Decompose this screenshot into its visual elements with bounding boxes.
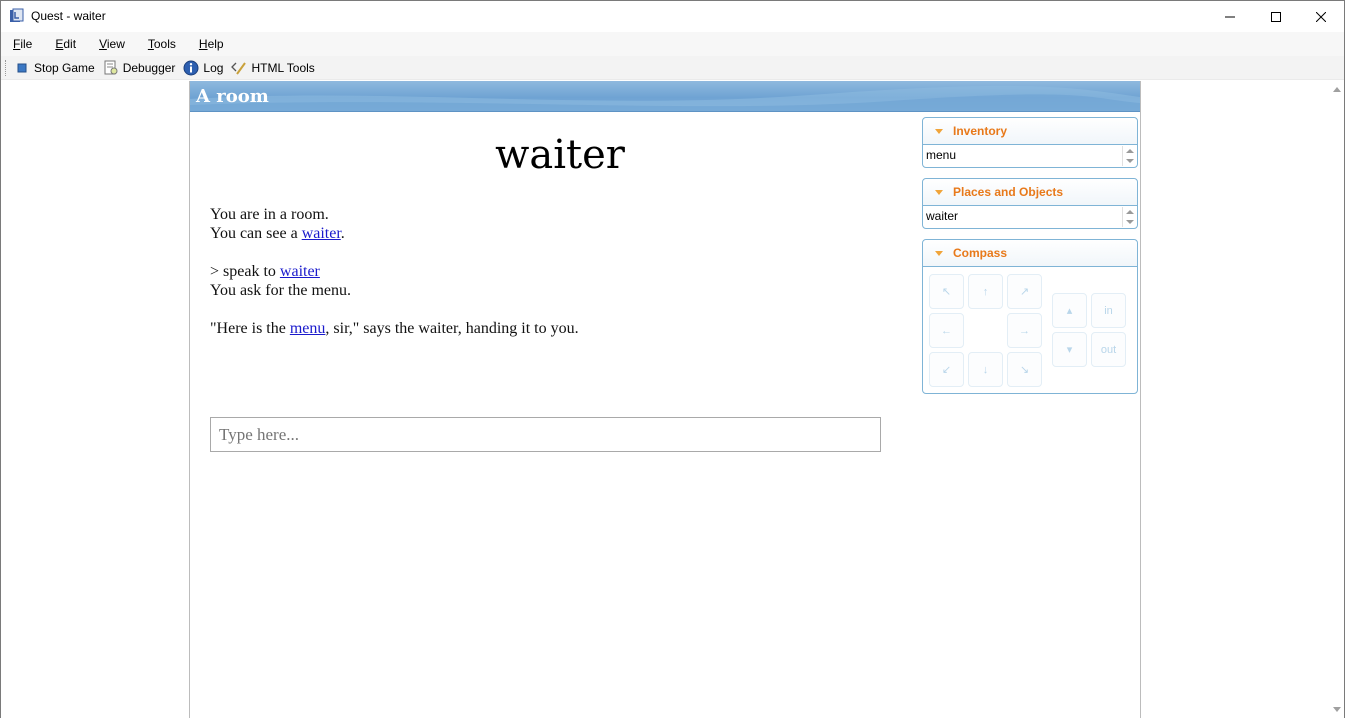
scroll-down-icon — [1126, 220, 1134, 224]
menu-edit[interactable]: Edit — [52, 35, 79, 53]
output-line: You are in a room. — [210, 206, 329, 223]
arrow-northeast-icon: ↗ — [1019, 286, 1030, 298]
collapse-caret-icon — [935, 250, 943, 256]
html-tools-icon — [231, 60, 247, 76]
output-line: "Here is the menu, sir," says the waiter… — [210, 320, 579, 337]
list-scroll-spinner[interactable] — [1122, 146, 1136, 166]
menu-file[interactable]: File — [10, 35, 35, 53]
minimize-button[interactable] — [1207, 1, 1253, 32]
compass-southwest-button[interactable]: ↙ — [929, 352, 964, 387]
compass-down-button[interactable]: ▾ — [1052, 332, 1087, 367]
minimize-icon — [1225, 16, 1235, 17]
compass-northwest-button[interactable]: ↖ — [929, 274, 964, 309]
inventory-list[interactable]: menu — [923, 145, 1137, 167]
list-item[interactable]: menu — [926, 148, 956, 162]
compass-northeast-button[interactable]: ↗ — [1007, 274, 1042, 309]
command-input[interactable] — [210, 417, 881, 452]
log-button[interactable]: Log — [183, 60, 223, 76]
location-bar: A room — [190, 81, 1140, 112]
command-echo: > speak to waiter — [210, 263, 320, 280]
places-list[interactable]: waiter — [923, 206, 1137, 228]
compass-south-button[interactable]: ↓ — [968, 352, 1003, 387]
compass-west-button[interactable]: ← — [929, 313, 964, 348]
html-tools-button[interactable]: HTML Tools — [231, 60, 315, 76]
compass-up-button[interactable]: ▴ — [1052, 293, 1087, 328]
scroll-up-icon — [1126, 149, 1134, 153]
debugger-icon — [103, 60, 119, 76]
places-objects-pane: Places and Objects waiter — [922, 178, 1138, 229]
compass-east-button[interactable]: → — [1007, 313, 1042, 348]
compass-southeast-button[interactable]: ↘ — [1007, 352, 1042, 387]
stop-game-button[interactable]: Stop Game — [14, 60, 95, 76]
stop-icon — [14, 60, 30, 76]
list-scroll-spinner[interactable] — [1122, 207, 1136, 227]
scroll-up-arrow-icon[interactable] — [1333, 87, 1341, 92]
arrow-south-icon: ↓ — [982, 363, 989, 376]
waiter-link[interactable]: waiter — [302, 225, 341, 242]
close-button[interactable] — [1298, 1, 1344, 32]
waiter-link[interactable]: waiter — [280, 263, 320, 280]
collapse-caret-icon — [935, 189, 943, 195]
scroll-up-icon — [1126, 210, 1134, 214]
arrow-west-icon: ← — [941, 324, 952, 337]
toolbar-grip[interactable] — [5, 59, 8, 76]
inventory-pane: Inventory menu — [922, 117, 1138, 168]
output-line: You ask for the menu. — [210, 282, 352, 299]
vertical-scrollbar[interactable] — [1330, 81, 1344, 718]
title-bar: Quest - waiter — [1, 1, 1344, 32]
caret-down-icon: ▾ — [1066, 344, 1073, 356]
output-line: You can see a waiter. — [210, 225, 345, 242]
compass-grid: ↖ ↑ ↗ ← → ↙ ↓ ↘ ▴ in ▾ out — [923, 267, 1137, 392]
inventory-pane-header[interactable]: Inventory — [923, 118, 1137, 145]
location-title: A room — [196, 86, 269, 107]
window-title: Quest - waiter — [31, 9, 106, 23]
compass-pane-header[interactable]: Compass — [923, 240, 1137, 267]
arrow-north-icon: ↑ — [982, 285, 989, 298]
debugger-button[interactable]: Debugger — [103, 60, 175, 76]
menu-bar: File Edit View Tools Help — [1, 32, 1344, 56]
arrow-northwest-icon: ↖ — [941, 286, 952, 298]
close-icon — [1316, 11, 1326, 22]
game-output: waiter You are in a room. You can see a … — [210, 113, 910, 338]
arrow-southwest-icon: ↙ — [941, 364, 952, 376]
menu-view[interactable]: View — [96, 35, 128, 53]
game-heading: waiter — [495, 132, 625, 178]
menu-link[interactable]: menu — [290, 320, 326, 337]
compass-north-button[interactable]: ↑ — [968, 274, 1003, 309]
arrow-east-icon: → — [1019, 324, 1030, 337]
menu-help[interactable]: Help — [196, 35, 227, 53]
compass-out-button[interactable]: out — [1091, 332, 1126, 367]
caret-up-icon: ▴ — [1066, 305, 1073, 317]
maximize-button[interactable] — [1253, 1, 1299, 32]
arrow-southeast-icon: ↘ — [1019, 364, 1030, 376]
game-content-area: A room waiter You are in a room. You can… — [1, 81, 1330, 718]
app-window: Quest - waiter File Edit View Tools Help… — [0, 0, 1345, 718]
collapse-caret-icon — [935, 128, 943, 134]
menu-tools[interactable]: Tools — [145, 35, 179, 53]
places-pane-header[interactable]: Places and Objects — [923, 179, 1137, 206]
location-bar-wave-decoration — [190, 85, 1140, 111]
game-frame: A room waiter You are in a room. You can… — [189, 81, 1141, 718]
quest-app-icon — [10, 8, 24, 22]
scroll-down-arrow-icon[interactable] — [1333, 707, 1341, 712]
list-item[interactable]: waiter — [926, 209, 958, 223]
scroll-down-icon — [1126, 159, 1134, 163]
compass-in-button[interactable]: in — [1091, 293, 1126, 328]
info-icon — [183, 60, 199, 76]
toolbar: Stop Game Debugger Log HTML Tools — [1, 56, 1344, 80]
maximize-icon — [1271, 11, 1281, 22]
compass-pane: Compass ↖ ↑ ↗ ← → ↙ ↓ ↘ ▴ in ▾ out — [922, 239, 1138, 394]
